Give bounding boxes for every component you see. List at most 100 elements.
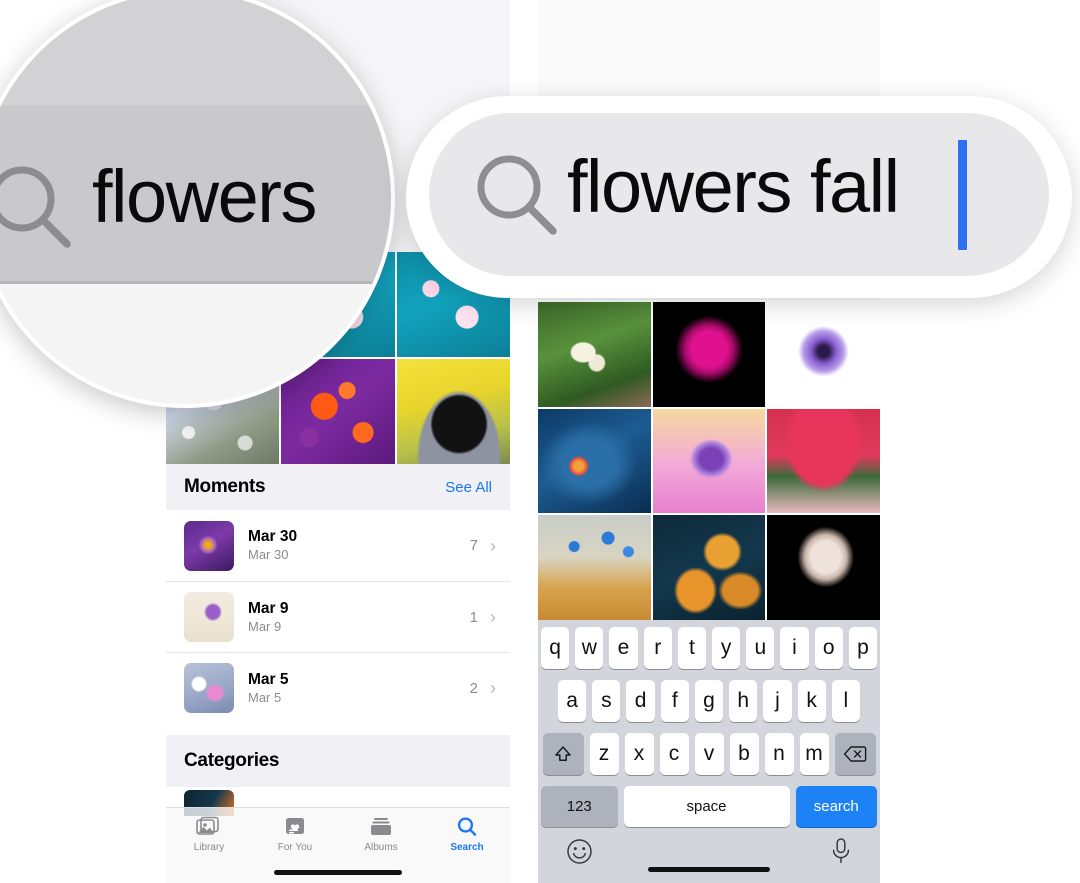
tab-albums[interactable]: Albums — [338, 816, 424, 853]
key-z[interactable]: z — [589, 733, 619, 775]
key-x[interactable]: x — [624, 733, 654, 775]
magnified-content-bg — [0, 284, 391, 404]
right-search-results-grid — [538, 302, 880, 620]
key-e[interactable]: e — [609, 627, 638, 669]
keyboard-row-2: a s d f g h j k l — [538, 680, 880, 722]
photo-thumbnail[interactable] — [396, 359, 510, 464]
key-o[interactable]: o — [814, 627, 843, 669]
space-key[interactable]: space — [623, 786, 790, 827]
photos-library-icon — [196, 816, 222, 838]
key-w[interactable]: w — [575, 627, 604, 669]
magnified-query-text: flowers — [92, 155, 317, 238]
magnifier-bubble-before: flowers — [0, 0, 395, 408]
keyboard-row-3: z x c v b n m — [538, 733, 880, 775]
key-u[interactable]: u — [746, 627, 775, 669]
magnified-nav-bg — [0, 0, 391, 105]
tab-label: Library — [193, 842, 225, 853]
backspace-delete-icon[interactable] — [834, 733, 876, 775]
photo-thumbnail[interactable] — [652, 408, 766, 514]
moment-title: Mar 5 — [248, 670, 289, 688]
key-c[interactable]: c — [659, 733, 689, 775]
key-r[interactable]: r — [643, 627, 672, 669]
tab-search[interactable]: Search — [424, 816, 510, 853]
tab-label: Search — [450, 842, 484, 853]
search-icon — [471, 149, 567, 250]
chevron-right-icon: › — [490, 678, 496, 698]
key-l[interactable]: l — [831, 680, 860, 722]
categories-section: Categories — [166, 735, 510, 787]
photo-thumbnail[interactable] — [538, 408, 651, 514]
moment-subtitle: Mar 9 — [248, 618, 282, 634]
moment-count: 1 — [469, 608, 478, 626]
numbers-key[interactable]: 123 — [541, 786, 618, 827]
keyboard-row-4: 123 space search — [538, 786, 880, 827]
moments-section: Moments See All Mar 30 Mar 30 7 › Mar 9 … — [166, 464, 510, 723]
photo-thumbnail[interactable] — [538, 302, 651, 407]
key-h[interactable]: h — [729, 680, 758, 722]
moments-header: Moments See All — [166, 464, 510, 510]
moment-subtitle: Mar 5 — [248, 689, 282, 705]
photo-thumbnail[interactable] — [767, 408, 880, 514]
tab-label: For You — [277, 842, 313, 853]
categories-title: Categories — [184, 750, 280, 771]
photo-thumbnail[interactable] — [767, 515, 880, 620]
keyboard-row-1: q w e r t y u i o p — [538, 627, 880, 669]
for-you-heart-icon — [283, 816, 307, 838]
tab-library[interactable]: Library — [166, 816, 252, 853]
shift-up-arrow-icon[interactable] — [542, 733, 584, 775]
emoji-smiley-icon[interactable] — [566, 838, 593, 870]
moment-thumbnail — [184, 520, 234, 571]
moment-thumbnail — [184, 592, 234, 642]
key-d[interactable]: d — [626, 680, 655, 722]
keyboard-bottom-bar — [538, 827, 880, 870]
key-t[interactable]: t — [677, 627, 706, 669]
moment-title: Mar 30 — [248, 528, 298, 546]
key-n[interactable]: n — [764, 733, 794, 775]
tab-label: Albums — [364, 842, 398, 853]
chevron-right-icon: › — [490, 535, 496, 556]
photo-thumbnail[interactable] — [767, 302, 880, 407]
categories-header: Categories — [166, 735, 510, 787]
list-item[interactable]: Mar 30 Mar 30 7 › — [166, 510, 510, 581]
search-return-key[interactable]: search — [795, 786, 877, 827]
chevron-right-icon: › — [490, 607, 496, 627]
home-indicator — [648, 867, 770, 872]
home-indicator — [274, 870, 402, 875]
moment-count: 7 — [469, 537, 478, 554]
list-item[interactable]: Mar 9 Mar 9 1 › — [166, 581, 510, 652]
key-p[interactable]: p — [848, 627, 878, 669]
key-f[interactable]: f — [660, 680, 689, 722]
on-screen-keyboard: q w e r t y u i o p a s d f g h j k l z … — [538, 620, 880, 883]
key-q[interactable]: q — [540, 627, 570, 669]
key-s[interactable]: s — [592, 680, 621, 722]
key-y[interactable]: y — [712, 627, 741, 669]
list-item[interactable]: Mar 5 Mar 5 2 › — [166, 652, 510, 723]
moment-thumbnail — [184, 663, 234, 713]
tab-bar: Library For You Albums Search — [166, 807, 510, 883]
key-b[interactable]: b — [729, 733, 759, 775]
moment-subtitle: Mar 30 — [248, 547, 289, 563]
key-g[interactable]: g — [694, 680, 724, 722]
photo-thumbnail[interactable] — [538, 515, 651, 620]
moments-title: Moments — [184, 476, 266, 497]
albums-stack-icon — [369, 816, 393, 838]
search-icon — [455, 816, 479, 838]
photo-thumbnail[interactable] — [652, 302, 766, 407]
key-j[interactable]: j — [763, 680, 792, 722]
key-k[interactable]: k — [797, 680, 826, 722]
search-icon — [0, 160, 79, 261]
key-i[interactable]: i — [780, 627, 809, 669]
key-m[interactable]: m — [799, 733, 829, 775]
text-cursor-caret — [958, 140, 967, 250]
key-v[interactable]: v — [694, 733, 724, 775]
moment-title: Mar 9 — [248, 599, 289, 617]
key-a[interactable]: a — [558, 680, 587, 722]
moments-see-all-link[interactable]: See All — [445, 479, 492, 496]
magnified-query-text: flowers fall — [567, 145, 900, 228]
magnifier-bubble-after: flowers fall — [406, 96, 1072, 298]
photo-thumbnail[interactable] — [652, 515, 766, 620]
screenshot-stage: Moments See All Mar 30 Mar 30 7 › Mar 9 … — [0, 0, 1080, 883]
tab-for-you[interactable]: For You — [252, 816, 338, 853]
microphone-icon[interactable] — [830, 837, 852, 870]
moment-count: 2 — [469, 679, 478, 697]
